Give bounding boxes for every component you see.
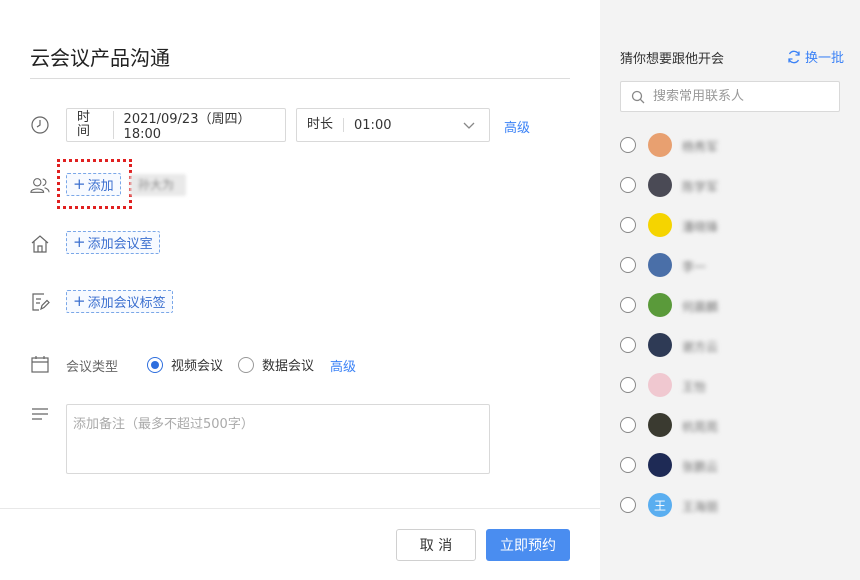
time-advanced-link[interactable]: 高级 (504, 117, 530, 136)
highlight-box (57, 159, 132, 209)
plus-icon: + (73, 233, 86, 251)
refresh-button[interactable]: 换一批 (787, 47, 844, 66)
time-value: 2021/09/23（周四）18:00 (123, 112, 251, 142)
contact-name: 陈学军 (682, 180, 719, 194)
plus-icon: + (73, 292, 86, 310)
notes-textarea[interactable]: 添加备注（最多不超过500字） (66, 404, 490, 474)
time-picker[interactable]: 时间 2021/09/23（周四）18:00 (66, 108, 286, 142)
contact-search-input[interactable] (653, 89, 833, 104)
contact-item[interactable]: 谢方云 (620, 332, 728, 358)
suggested-contacts-sidebar: 猜你想要跟他开会 换一批 杨秀军陈学军潘晓锋李一何晨麟谢方云王怡杭苑苑张鹏云王王… (600, 0, 860, 580)
radio-unchecked-icon[interactable] (620, 297, 636, 313)
contact-item[interactable]: 陈学军 (620, 172, 728, 198)
meeting-form-panel: 云会议产品沟通 时间 2021/09/23（周四）18:00 时长 01:00 … (0, 0, 600, 580)
sidebar-title: 猜你想要跟他开会 (620, 52, 725, 67)
contact-name: 杭苑苑 (682, 420, 719, 434)
radio-unchecked-icon[interactable] (620, 377, 636, 393)
contact-name: 潘晓锋 (682, 220, 719, 234)
duration-value: 01:00 (354, 117, 392, 133)
avatar (648, 253, 672, 277)
add-room-button[interactable]: + 添加会议室 (66, 231, 160, 254)
book-now-button[interactable]: 立即预约 (486, 529, 570, 561)
type-option-video-label: 视频会议 (171, 359, 224, 374)
add-tag-label: 添加会议标签 (87, 296, 166, 311)
contact-item[interactable]: 王怡 (620, 372, 728, 398)
avatar (648, 373, 672, 397)
avatar (648, 213, 672, 237)
time-label: 时间 (67, 111, 114, 139)
contact-item[interactable]: 张鹏云 (620, 452, 728, 478)
radio-unchecked-icon[interactable] (620, 177, 636, 193)
calendar-icon (30, 354, 50, 374)
home-icon (30, 234, 50, 254)
contact-name: 谢方云 (682, 340, 719, 354)
duration-select[interactable]: 时长 01:00 (296, 108, 490, 142)
refresh-icon (788, 50, 800, 63)
avatar (648, 293, 672, 317)
radio-unchecked-icon[interactable] (620, 217, 636, 233)
contact-item[interactable]: 李一 (620, 252, 728, 278)
avatar: 王 (648, 493, 672, 517)
radio-unchecked-icon[interactable] (620, 257, 636, 273)
type-option-video[interactable]: 视频会议 (147, 355, 223, 374)
contact-name: 王怡 (682, 380, 707, 394)
participant-chip[interactable]: 孙大为 (130, 174, 186, 196)
chevron-down-icon (463, 122, 475, 129)
contact-name: 杨秀军 (682, 140, 719, 154)
contact-name: 何晨麟 (682, 300, 719, 314)
radio-unchecked-icon[interactable] (620, 497, 636, 513)
clock-icon (30, 115, 50, 135)
type-option-data[interactable]: 数据会议 (238, 355, 314, 374)
type-advanced-link[interactable]: 高级 (330, 356, 356, 375)
contact-item[interactable]: 潘晓锋 (620, 212, 728, 238)
contact-item[interactable]: 杭苑苑 (620, 412, 728, 438)
avatar (648, 333, 672, 357)
contact-name: 张鹏云 (682, 460, 719, 474)
edit-note-icon (30, 292, 50, 312)
contact-item[interactable]: 王王海丽 (620, 492, 728, 518)
search-icon (631, 90, 645, 103)
radio-unchecked-icon[interactable] (620, 457, 636, 473)
meeting-type-label: 会议类型 (66, 360, 119, 375)
type-option-data-label: 数据会议 (262, 359, 315, 374)
title-divider (30, 78, 570, 79)
contact-name: 李一 (682, 260, 707, 274)
users-icon (30, 175, 52, 195)
radio-unchecked-icon[interactable] (620, 337, 636, 353)
footer-divider (0, 508, 600, 509)
radio-checked-icon[interactable] (147, 356, 163, 373)
contact-item[interactable]: 杨秀军 (620, 132, 728, 158)
avatar (648, 173, 672, 197)
avatar (648, 453, 672, 477)
contact-name: 王海丽 (682, 500, 719, 514)
contact-search-box[interactable] (620, 81, 840, 112)
radio-unchecked-icon[interactable] (238, 356, 254, 373)
cancel-button[interactable]: 取 消 (396, 529, 476, 561)
duration-label: 时长 (297, 118, 345, 132)
avatar (648, 413, 672, 437)
add-room-label: 添加会议室 (87, 237, 153, 252)
contact-item[interactable]: 何晨麟 (620, 292, 728, 318)
radio-unchecked-icon[interactable] (620, 417, 636, 433)
add-tag-button[interactable]: + 添加会议标签 (66, 290, 173, 313)
notes-lines-icon (30, 406, 50, 426)
avatar (648, 133, 672, 157)
refresh-label: 换一批 (804, 51, 844, 66)
meeting-title[interactable]: 云会议产品沟通 (30, 42, 170, 71)
radio-unchecked-icon[interactable] (620, 137, 636, 153)
